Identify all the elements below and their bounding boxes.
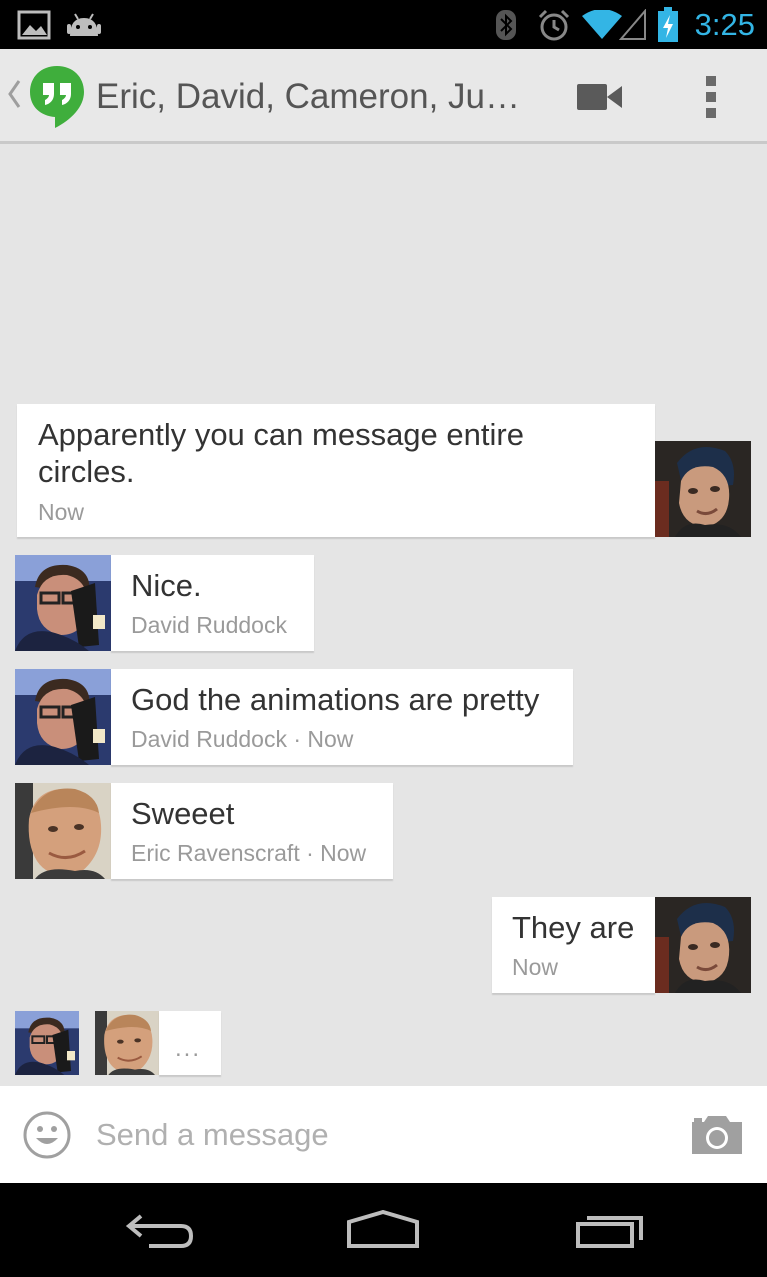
alarm-icon	[536, 0, 572, 49]
message-sender: Eric Ravenscraft · Now	[131, 840, 367, 866]
conversation-title: Eric, David, Cameron, Justin	[96, 77, 536, 116]
signal-icon	[618, 0, 648, 49]
message-text: circles.	[38, 454, 135, 489]
camera-icon	[692, 1116, 742, 1154]
message-timestamp: Now	[512, 954, 559, 980]
overflow-menu-button[interactable]	[690, 69, 732, 124]
message-text: Apparently you can message entire	[38, 417, 524, 452]
battery-charging-icon	[656, 0, 680, 49]
message-bubble[interactable]: They are Now	[492, 897, 655, 993]
avatar[interactable]	[655, 897, 751, 993]
message-bubble[interactable]: God the animations are pretty David Rudd…	[111, 669, 573, 765]
message-bubble[interactable]: Sweeet Eric Ravenscraft · Now	[111, 783, 393, 879]
bluetooth-icon	[494, 0, 518, 49]
action-bar: Eric, David, Cameron, Justin	[0, 49, 767, 144]
back-button[interactable]	[100, 1197, 220, 1263]
message-text: They are	[512, 910, 635, 945]
message-text: Nice.	[131, 568, 202, 603]
message-bubble[interactable]: Nice. David Ruddock	[111, 555, 314, 651]
message-timestamp: Now	[38, 499, 85, 525]
message-text: God the animations are pretty	[131, 682, 540, 717]
typing-indicator: ...	[159, 1011, 221, 1075]
avatar[interactable]	[15, 555, 111, 651]
video-call-button[interactable]	[568, 69, 632, 124]
overflow-menu-icon	[706, 75, 716, 118]
message-text: Sweeet	[131, 796, 235, 831]
message-list[interactable]: Apparently you can message entire circle…	[0, 144, 767, 1086]
wifi-icon	[582, 0, 622, 49]
android-notification-icon	[64, 0, 104, 49]
message-sender: David Ruddock · Now	[131, 726, 354, 752]
recent-apps-icon	[576, 1216, 643, 1248]
avatar	[15, 1011, 79, 1075]
camera-button[interactable]	[690, 1114, 748, 1158]
message-sender: David Ruddock	[131, 612, 287, 638]
back-icon	[125, 1214, 194, 1248]
avatar[interactable]	[15, 669, 111, 765]
video-call-icon	[577, 83, 622, 110]
compose-bar	[0, 1086, 767, 1183]
avatar[interactable]	[15, 783, 111, 879]
emoji-icon	[23, 1111, 71, 1159]
recent-apps-button[interactable]	[550, 1197, 670, 1263]
up-caret-icon[interactable]	[6, 79, 22, 114]
hangouts-icon[interactable]	[28, 64, 86, 135]
typing-dots: ...	[175, 1035, 202, 1062]
message-input[interactable]	[96, 1086, 656, 1183]
navigation-bar	[0, 1183, 767, 1277]
status-bar: 3:25	[0, 0, 767, 49]
gallery-notification-icon	[16, 0, 52, 49]
emoji-button[interactable]	[22, 1110, 72, 1160]
avatar	[95, 1011, 159, 1075]
home-button[interactable]	[323, 1197, 443, 1263]
message-bubble[interactable]: Apparently you can message entire circle…	[17, 404, 655, 537]
hangouts-screen: 3:25 Eric, David, Cameron, Justin Appare…	[0, 0, 767, 1277]
home-icon	[347, 1210, 419, 1248]
clock: 3:25	[694, 7, 755, 42]
avatar[interactable]	[655, 441, 751, 537]
